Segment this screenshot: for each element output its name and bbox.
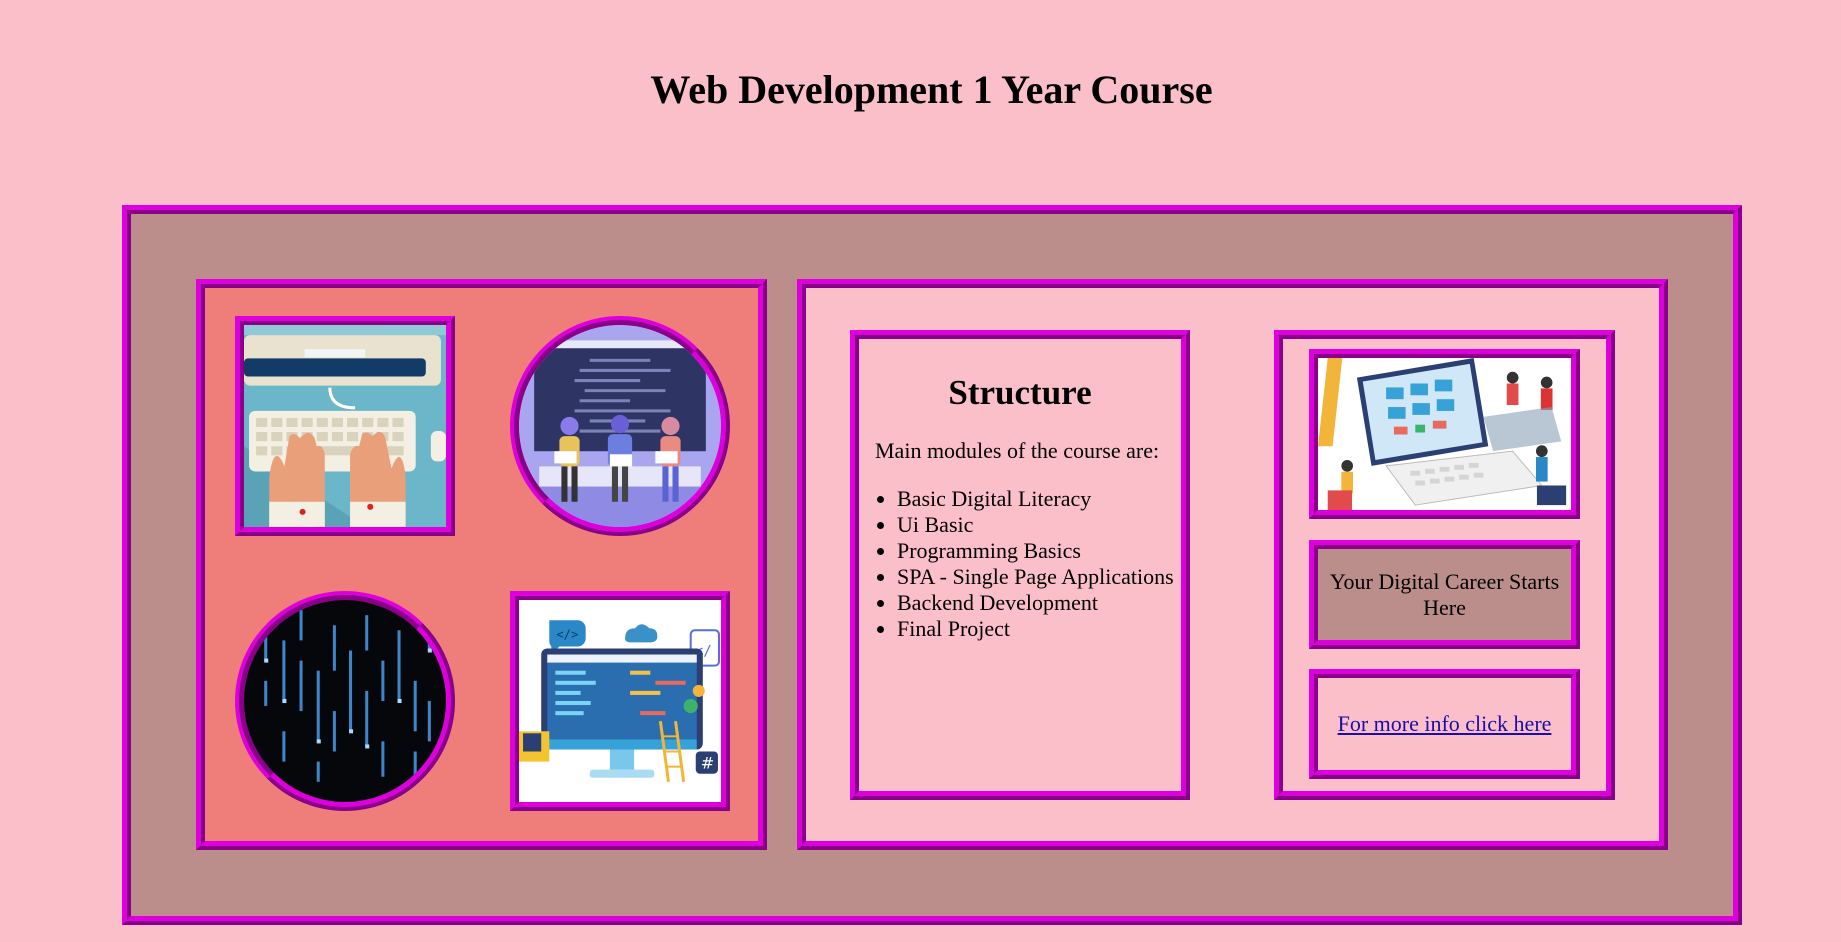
list-item: Basic Digital Literacy xyxy=(897,486,1174,512)
keyboard-typing-image xyxy=(235,316,455,536)
team-coding-image xyxy=(510,316,730,536)
list-item: Ui Basic xyxy=(897,512,1174,538)
modules-intro: Main modules of the course are: xyxy=(875,438,1160,463)
digital-code-rain-image xyxy=(235,591,455,811)
tagline-box: Your Digital Career Starts Here xyxy=(1309,540,1580,649)
list-item: Final Project xyxy=(897,616,1174,642)
info-link-box: For more info click here xyxy=(1309,669,1580,779)
list-item: SPA - Single Page Applications xyxy=(897,564,1174,590)
list-item: Programming Basics xyxy=(897,538,1174,564)
modules-list: Basic Digital Literacy Ui Basic Programm… xyxy=(875,486,1174,642)
svg-text:</>: </> xyxy=(556,627,578,641)
isometric-dev-team-image xyxy=(1309,349,1580,519)
page-title: Web Development 1 Year Course xyxy=(650,67,1213,112)
web-development-illustration: </> </ # xyxy=(510,591,730,811)
structure-heading: Structure xyxy=(948,373,1092,412)
more-info-link[interactable]: For more info click here xyxy=(1338,711,1552,737)
list-item: Backend Development xyxy=(897,590,1174,616)
structure-card: Structure Main modules of the course are… xyxy=(850,330,1190,800)
svg-text:#: # xyxy=(701,754,715,773)
